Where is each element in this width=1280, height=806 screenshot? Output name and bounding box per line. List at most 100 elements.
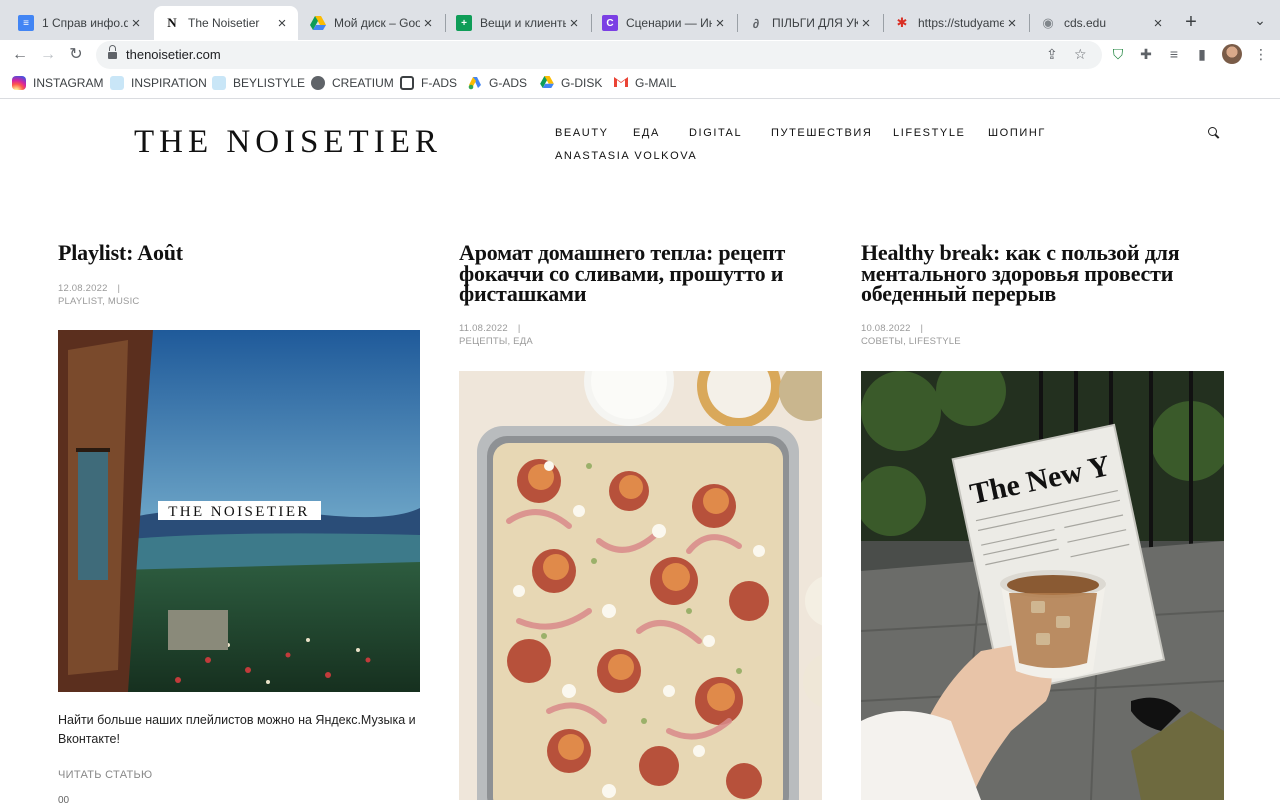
- bookmark-label: INSTAGRAM: [33, 76, 104, 90]
- post-image-focaccia[interactable]: [459, 371, 822, 800]
- post-date: 11.08.2022: [459, 323, 508, 334]
- bookmark-g-mail[interactable]: G-MAIL: [614, 76, 676, 90]
- post-excerpt: Найти больше наших плейлистов можно на Я…: [58, 713, 416, 746]
- meta-separator: |: [517, 323, 521, 334]
- post-date: 12.08.2022: [58, 283, 108, 294]
- post-meta: 12.08.2022 | PLAYLIST, MUSIC: [58, 283, 140, 308]
- tab-title: ПІЛЬГИ ДЛЯ УКР: [772, 16, 858, 30]
- close-tab-icon[interactable]: ×: [712, 15, 728, 32]
- tab-strip: ≡ 1 Справ инфо.do × N The Noisetier × Мо…: [0, 0, 1280, 40]
- noisetier-favicon-icon: N: [167, 15, 177, 30]
- search-icon[interactable]: [1208, 127, 1220, 139]
- back-button[interactable]: ←: [8, 43, 32, 67]
- tab-studyamerica[interactable]: ✱ https://studyame ×: [884, 6, 1028, 40]
- bookmark-inspiration[interactable]: INSPIRATION: [110, 76, 207, 90]
- tab-title: 1 Справ инфо.do: [42, 16, 128, 30]
- side-panel-icon[interactable]: ▮: [1191, 43, 1213, 65]
- close-tab-icon[interactable]: ×: [128, 15, 144, 32]
- scenarios-icon: C: [602, 15, 618, 31]
- tab-title: The Noisetier: [188, 16, 260, 30]
- tab-benefits[interactable]: ∂ ПІЛЬГИ ДЛЯ УКР ×: [738, 6, 882, 40]
- close-tab-icon[interactable]: ×: [1150, 15, 1166, 32]
- tab-title: Мой диск – Goog: [334, 16, 420, 30]
- tab-title: cds.edu: [1064, 16, 1107, 30]
- forward-button[interactable]: →: [36, 43, 60, 67]
- post-categories[interactable]: PLAYLIST, MUSIC: [58, 296, 140, 307]
- bookmark-label: G-MAIL: [635, 76, 677, 90]
- nav-item-digital[interactable]: DIGITAL: [689, 127, 742, 139]
- nav-item-beauty[interactable]: BEAUTY: [555, 127, 609, 139]
- read-more-link[interactable]: ЧИТАТЬ СТАТЬЮ: [58, 769, 152, 781]
- bookmark-instagram[interactable]: INSTAGRAM: [12, 76, 103, 90]
- reading-list-icon[interactable]: ≡: [1163, 43, 1185, 65]
- bookmark-star-icon[interactable]: ☆: [1074, 46, 1087, 63]
- nav-item-travel[interactable]: ПУТЕШЕСТВИЯ: [771, 127, 872, 139]
- reload-button[interactable]: ↻: [64, 43, 88, 67]
- post-categories[interactable]: РЕЦЕПТЫ, ЕДА: [459, 336, 533, 347]
- site-logo[interactable]: THE NOISETIER: [134, 124, 442, 161]
- post-title[interactable]: Аромат домашнего тепла: рецепт фокаччи с…: [459, 242, 829, 305]
- post-categories[interactable]: СОВЕТЫ, LIFESTYLE: [861, 336, 961, 347]
- post-title[interactable]: Playlist: Août: [58, 242, 428, 264]
- tab-cds[interactable]: ◉ cds.edu ×: [1030, 6, 1174, 40]
- tab-title: Вещи и клиенты: [480, 16, 566, 30]
- close-tab-icon[interactable]: ×: [858, 15, 874, 32]
- bookmark-label: BEYLISTYLE: [233, 76, 306, 90]
- ads-icon: [400, 76, 414, 90]
- gmail-icon: [614, 76, 628, 90]
- bookmarks-bar: INSTAGRAM INSPIRATION BEYLISTYLE CREATIU…: [0, 70, 1280, 99]
- tab-drive[interactable]: Мой диск – Goog ×: [300, 6, 444, 40]
- nav-item-food[interactable]: ЕДА: [633, 127, 660, 139]
- tab-title: Сценарии — Инт: [626, 16, 712, 30]
- tab-title: https://studyame: [918, 16, 1004, 30]
- post-date: 10.08.2022: [861, 323, 911, 334]
- shield-extension-icon[interactable]: ⛉: [1107, 43, 1129, 65]
- meta-separator: |: [920, 323, 924, 334]
- share-icon[interactable]: ⇪: [1046, 46, 1058, 63]
- google-drive-icon: [310, 15, 326, 31]
- close-tab-icon[interactable]: ×: [1004, 15, 1020, 32]
- star-icon: ✱: [896, 15, 908, 30]
- sheets-icon: +: [456, 15, 472, 31]
- bookmark-creatium[interactable]: CREATIUM: [311, 76, 394, 90]
- docs-icon: ≡: [18, 15, 34, 31]
- tab-scenarios[interactable]: C Сценарии — Инт ×: [592, 6, 736, 40]
- globe-icon: ◉: [1042, 15, 1054, 30]
- profile-avatar[interactable]: [1222, 44, 1242, 64]
- bookmark-label: INSPIRATION: [131, 76, 207, 90]
- post-image-playlist[interactable]: THE NOISETIER: [58, 330, 420, 692]
- bookmark-beylistyle[interactable]: BEYLISTYLE: [212, 76, 305, 90]
- image-caption: THE NOISETIER: [168, 504, 310, 520]
- bookmark-label: F-ADS: [421, 76, 457, 90]
- meta-separator: |: [117, 283, 121, 294]
- nav-item-anastasia-volkova[interactable]: ANASTASIA VOLKOVA: [555, 150, 697, 162]
- post-meta: 11.08.2022 | РЕЦЕПТЫ, ЕДА: [459, 323, 533, 348]
- browser-toolbar: ← → ↻ thenoisetier.com ⇪ ☆ ⛉ ✚ ≡ ▮ ⋮: [0, 40, 1280, 70]
- extensions-puzzle-icon[interactable]: ✚: [1135, 43, 1157, 65]
- bookmark-g-ads[interactable]: G-ADS: [468, 76, 527, 90]
- instagram-icon: [12, 76, 26, 90]
- nav-item-shopping[interactable]: ШОПИНГ: [988, 127, 1046, 139]
- address-bar[interactable]: thenoisetier.com ⇪ ☆: [96, 41, 1102, 69]
- close-tab-icon[interactable]: ×: [274, 15, 290, 32]
- more-menu-icon[interactable]: ⋮: [1250, 43, 1272, 65]
- google-ads-icon: [468, 76, 482, 90]
- bookmark-g-disk[interactable]: G-DISK: [540, 76, 602, 90]
- bookmark-f-ads[interactable]: F-ADS: [400, 76, 457, 90]
- new-tab-button[interactable]: +: [1180, 12, 1202, 34]
- google-drive-icon: [540, 76, 554, 90]
- page-icon: [212, 76, 226, 90]
- post-title[interactable]: Healthy break: как с пользой для менталь…: [861, 242, 1231, 305]
- close-tab-icon[interactable]: ×: [420, 15, 436, 32]
- tab-docs[interactable]: ≡ 1 Справ инфо.do ×: [8, 6, 152, 40]
- page-icon: [110, 76, 124, 90]
- tab-sheets[interactable]: + Вещи и клиенты ×: [446, 6, 590, 40]
- post-image-healthy-break[interactable]: The New Y: [861, 371, 1224, 800]
- lock-icon: [108, 45, 117, 60]
- close-tab-icon[interactable]: ×: [566, 15, 582, 32]
- tab-search-chevron-icon[interactable]: ⌄: [1250, 12, 1270, 32]
- tab-noisetier[interactable]: N The Noisetier ×: [154, 6, 298, 40]
- comment-count[interactable]: 00: [58, 795, 69, 806]
- nav-item-lifestyle[interactable]: LIFESTYLE: [893, 127, 965, 139]
- link-icon: ∂: [752, 15, 760, 31]
